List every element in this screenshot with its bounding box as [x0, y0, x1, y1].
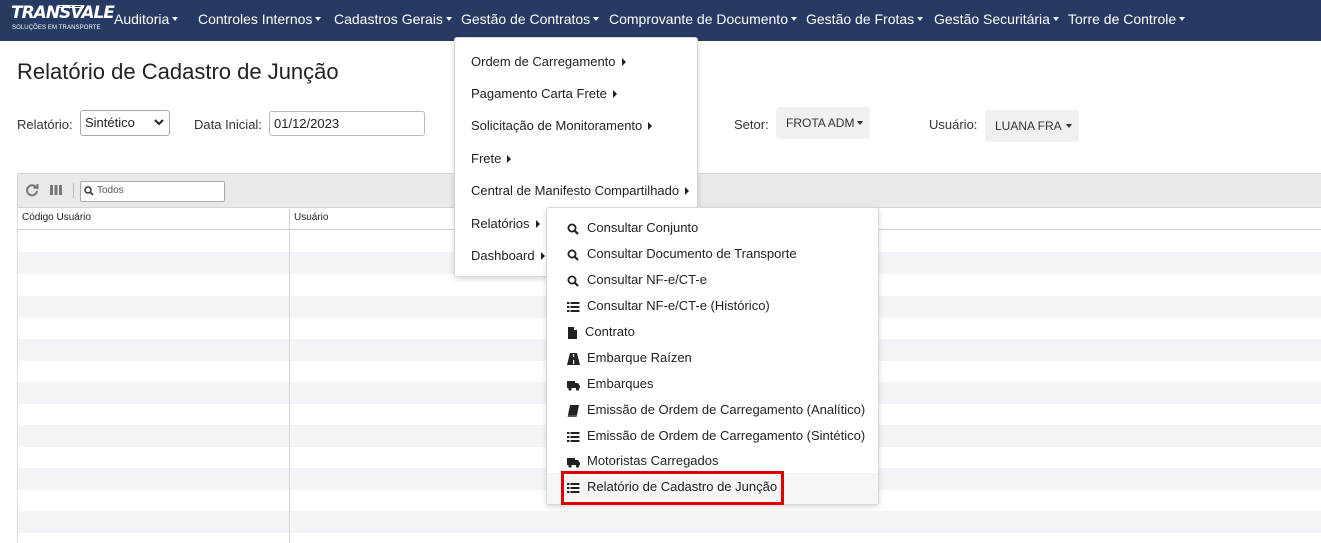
- menu-item-pagamento-carta-frete[interactable]: Pagamento Carta Frete: [471, 86, 617, 101]
- usuario-label: Usuário:: [929, 117, 978, 132]
- nav-gestao-securitaria[interactable]: Gestão Securitária: [934, 0, 1059, 41]
- setor-dropdown[interactable]: FROTA ADM: [776, 107, 870, 139]
- search-icon: [567, 223, 579, 235]
- highlight-annotation-box: [561, 471, 784, 505]
- menu-item-ordem-de-carregamento[interactable]: Ordem de Carregamento: [471, 54, 626, 69]
- menu-item-frete[interactable]: Frete: [471, 151, 512, 166]
- columns-icon[interactable]: [49, 183, 63, 197]
- nav-gestao-de-contratos[interactable]: Gestão de Contratos: [461, 0, 600, 41]
- caret-down-icon: [1066, 124, 1072, 128]
- relatorios-submenu: Consultar Conjunto Consultar Documento d…: [546, 207, 879, 505]
- caret-right-icon: [685, 186, 690, 195]
- menu-item-solicitacao-de-monitoramento[interactable]: Solicitação de Monitoramento: [471, 118, 653, 133]
- caret-right-icon: [621, 57, 626, 66]
- nav-torre-de-controle[interactable]: Torre de Controle: [1068, 0, 1186, 41]
- column-header-usuario[interactable]: Usuário: [294, 212, 328, 223]
- caret-down-icon: [1052, 17, 1059, 22]
- relatorio-label: Relatório:: [17, 117, 73, 132]
- truck-icon: [567, 381, 580, 391]
- caret-down-icon: [172, 17, 179, 22]
- setor-label: Setor:: [734, 117, 769, 132]
- nav-cadastros-gerais[interactable]: Cadastros Gerais: [334, 0, 452, 41]
- search-icon: [567, 249, 579, 261]
- caret-down-icon: [445, 17, 452, 22]
- company-logo[interactable]: TRANSVALE SOLUÇÕES EM TRANSPORTE: [10, 2, 115, 36]
- search-icon: [567, 275, 579, 287]
- caret-right-icon: [535, 219, 540, 228]
- usuario-dropdown[interactable]: LUANA FRA: [985, 110, 1079, 142]
- caret-down-icon: [857, 121, 863, 125]
- data-inicial-input[interactable]: 01/12/2023: [269, 111, 425, 136]
- truck-icon: [567, 458, 580, 468]
- caret-down-icon: [1179, 17, 1186, 22]
- menu-item-central-de-manifesto-compartilhado[interactable]: Central de Manifesto Compartilhado: [471, 183, 690, 198]
- nav-controles-internos[interactable]: Controles Internos: [198, 0, 322, 41]
- search-icon: [84, 186, 94, 196]
- caret-right-icon: [507, 154, 512, 163]
- caret-down-icon: [791, 17, 797, 22]
- search-input[interactable]: Todos: [80, 181, 225, 202]
- relatorio-select[interactable]: Sintético: [80, 110, 170, 136]
- table-row: [18, 511, 1321, 533]
- menu-item-dashboard[interactable]: Dashboard: [471, 248, 545, 263]
- nav-gestao-de-frotas[interactable]: Gestão de Frotas: [806, 0, 924, 41]
- nav-auditoria[interactable]: Auditoria: [114, 0, 179, 41]
- menu-item-relatorios[interactable]: Relatórios: [471, 216, 540, 231]
- file-icon: [568, 327, 577, 339]
- road-icon: [567, 353, 580, 365]
- nav-comprovante-de-documento[interactable]: Comprovante de Documento: [609, 0, 797, 41]
- caret-down-icon: [593, 17, 600, 22]
- page-title: Relatório de Cadastro de Junção: [17, 59, 339, 84]
- data-inicial-label: Data Inicial:: [194, 117, 262, 132]
- caret-down-icon: [917, 17, 924, 22]
- caret-right-icon: [540, 251, 545, 260]
- caret-right-icon: [612, 89, 617, 98]
- top-navbar: TRANSVALE SOLUÇÕES EM TRANSPORTE Auditor…: [0, 0, 1321, 41]
- logo-subtitle: SOLUÇÕES EM TRANSPORTE: [12, 25, 101, 31]
- list-icon: [567, 432, 580, 442]
- refresh-icon[interactable]: [25, 183, 39, 197]
- book-icon: [567, 405, 579, 417]
- chevron-down-icon: [154, 119, 164, 126]
- column-header-codigo-usuario[interactable]: Código Usuário: [22, 212, 91, 223]
- caret-down-icon: [315, 17, 322, 22]
- list-icon: [567, 302, 580, 312]
- caret-right-icon: [648, 121, 653, 130]
